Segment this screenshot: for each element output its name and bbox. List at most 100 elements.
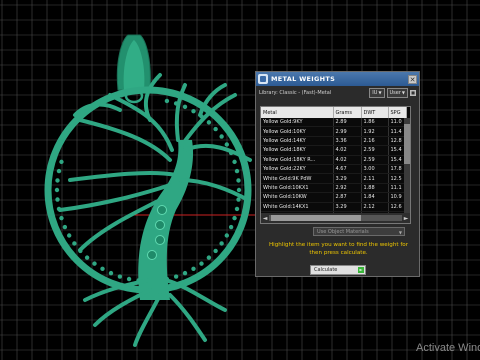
object-materials-dropdown[interactable]: Use Object Materials ▼ — [313, 227, 405, 236]
ring-bead — [191, 108, 196, 114]
scrollbar-thumb[interactable] — [404, 124, 410, 164]
refresh-icon[interactable]: ■ — [410, 90, 416, 96]
ring-bead — [191, 266, 196, 272]
table-cell: 4.02 — [333, 145, 362, 156]
table-cell: 1.84 — [361, 192, 389, 203]
tree-branch — [68, 170, 178, 182]
column-header[interactable]: Grams — [333, 107, 362, 118]
table-cell: 2.12 — [361, 202, 389, 212]
ring-bead — [72, 241, 77, 246]
table-row[interactable]: White Gold:14KX1 3.29 2.12 12.6 — [261, 202, 407, 212]
table-cell: 3.36 — [333, 136, 362, 147]
scroll-right-icon[interactable]: ► — [402, 215, 410, 222]
ring-bead — [228, 224, 234, 230]
table-cell: 1.88 — [361, 183, 389, 194]
ring-bead — [224, 233, 230, 238]
chevron-down-icon: ▼ — [398, 230, 402, 235]
user-dropdown-label: User — [389, 90, 401, 96]
ring-bead — [232, 215, 237, 221]
tree-root — [168, 293, 207, 342]
ring-bead — [234, 168, 240, 174]
table-row[interactable]: White Gold:10KX1 2.92 1.88 11.1 — [261, 183, 407, 194]
ring-bead — [206, 255, 212, 260]
ring-bead — [54, 187, 60, 193]
table-cell: Yellow Gold:9KY — [261, 118, 334, 128]
table-cell: White Gold:10KX1 — [261, 183, 334, 194]
column-header[interactable]: Metal — [261, 107, 334, 118]
table-cell: 2.59 — [361, 145, 389, 156]
ring-bead — [224, 142, 230, 147]
metal-table: Metal Grams DWT SPG Yellow Gold:9KY 2.89 1.86… — [260, 106, 411, 224]
trunk-gem — [157, 205, 167, 215]
ring-bead — [55, 178, 60, 183]
ring-bead — [56, 168, 62, 174]
unit-dropdown[interactable]: IU ▼ — [369, 88, 385, 98]
table-row[interactable]: White Gold:9K PdW 3.29 2.11 12.5 — [261, 173, 407, 184]
library-label: Library: Classic - (Fast)-Metal — [259, 90, 332, 96]
table-cell: 2.99 — [333, 126, 362, 137]
instruction-text: Highlight the item you want to find the … — [268, 242, 409, 256]
table-cell: White Gold:14KX1 — [261, 202, 334, 212]
ring-bead — [219, 241, 224, 246]
play-icon[interactable]: ► — [358, 267, 364, 273]
tree-root — [133, 293, 162, 347]
table-row[interactable]: Yellow Gold:9KY 2.89 1.86 11.0 — [261, 118, 407, 128]
ring-bead — [236, 187, 242, 193]
panel-title: METAL WEIGHTS — [271, 75, 336, 83]
ring-bead — [213, 248, 218, 254]
activate-windows-watermark: Activate Wind — [416, 342, 480, 354]
chevron-down-icon: ▼ — [378, 90, 382, 95]
tree-root — [163, 278, 227, 312]
table-cell: 3.29 — [333, 173, 362, 184]
tree-trunk — [138, 140, 194, 300]
vertical-scrollbar[interactable] — [404, 118, 410, 213]
user-dropdown[interactable]: User ▼ — [386, 88, 408, 98]
scrollbar-thumb[interactable] — [271, 215, 361, 221]
column-header[interactable]: DWT — [361, 107, 389, 118]
table-cell: 4.67 — [333, 164, 362, 175]
ring-bead — [100, 266, 105, 272]
table-body: Yellow Gold:9KY 2.89 1.86 11.0 Yellow Gold:1… — [261, 118, 407, 222]
calculate-dropdown[interactable]: Calculate ► — [310, 265, 366, 275]
unit-dropdown-label: IU — [372, 90, 378, 96]
table-cell: 2.89 — [333, 118, 362, 128]
app-icon — [258, 74, 268, 84]
library-bar: Library: Classic - (Fast)-Metal IU ▼ User… — [256, 86, 419, 100]
ring-bead — [213, 126, 218, 132]
table-row[interactable]: Yellow Gold:10KY 2.99 1.92 11.4 — [261, 126, 407, 137]
table-row[interactable]: Yellow Gold:18KY R... 4.02 2.59 15.4 — [261, 155, 407, 165]
ring-bead — [219, 134, 224, 139]
horizontal-scrollbar[interactable]: ◄ ► — [261, 213, 410, 223]
trunk-gem — [155, 220, 165, 230]
ring-bead — [182, 104, 188, 110]
ring-bead — [164, 98, 170, 104]
table-cell: 1.86 — [361, 118, 389, 128]
scroll-left-icon[interactable]: ◄ — [261, 215, 269, 222]
panel-titlebar[interactable]: METAL WEIGHTS ✕ — [256, 72, 419, 86]
ring-bead — [59, 159, 64, 165]
table-cell: 2.16 — [361, 136, 389, 147]
table-row[interactable]: Yellow Gold:22KY 4.67 3.00 17.8 — [261, 164, 407, 175]
trunk-gem — [155, 235, 165, 245]
table-row[interactable]: Yellow Gold:14KY 3.36 2.16 12.8 — [261, 136, 407, 147]
table-cell: White Gold:10KW — [261, 192, 334, 203]
ring-bead — [59, 215, 64, 221]
ring-bead — [199, 261, 204, 266]
ring-bead — [108, 270, 114, 276]
metal-weights-panel: METAL WEIGHTS ✕ Library: Classic - (Fast… — [255, 71, 420, 277]
table-cell: 3.00 — [361, 164, 389, 175]
table-cell: Yellow Gold:18KY — [261, 145, 334, 156]
table-cell: 3.29 — [333, 202, 362, 212]
close-icon[interactable]: ✕ — [408, 74, 417, 84]
table-cell: Yellow Gold:22KY — [261, 164, 334, 175]
table-row[interactable]: Yellow Gold:18KY 4.02 2.59 15.4 — [261, 145, 407, 156]
table-row[interactable]: White Gold:10KW 2.87 1.84 10.9 — [261, 192, 407, 203]
ring-bead — [126, 276, 132, 282]
table-cell: 2.11 — [361, 173, 389, 184]
ring-bead — [236, 178, 241, 183]
column-header[interactable]: SPG — [388, 107, 407, 118]
calculate-label: Calculate — [314, 267, 338, 273]
table-cell: White Gold:9K PdW — [261, 173, 334, 184]
scrollbar-track[interactable] — [269, 215, 402, 221]
tree-root — [93, 288, 152, 327]
